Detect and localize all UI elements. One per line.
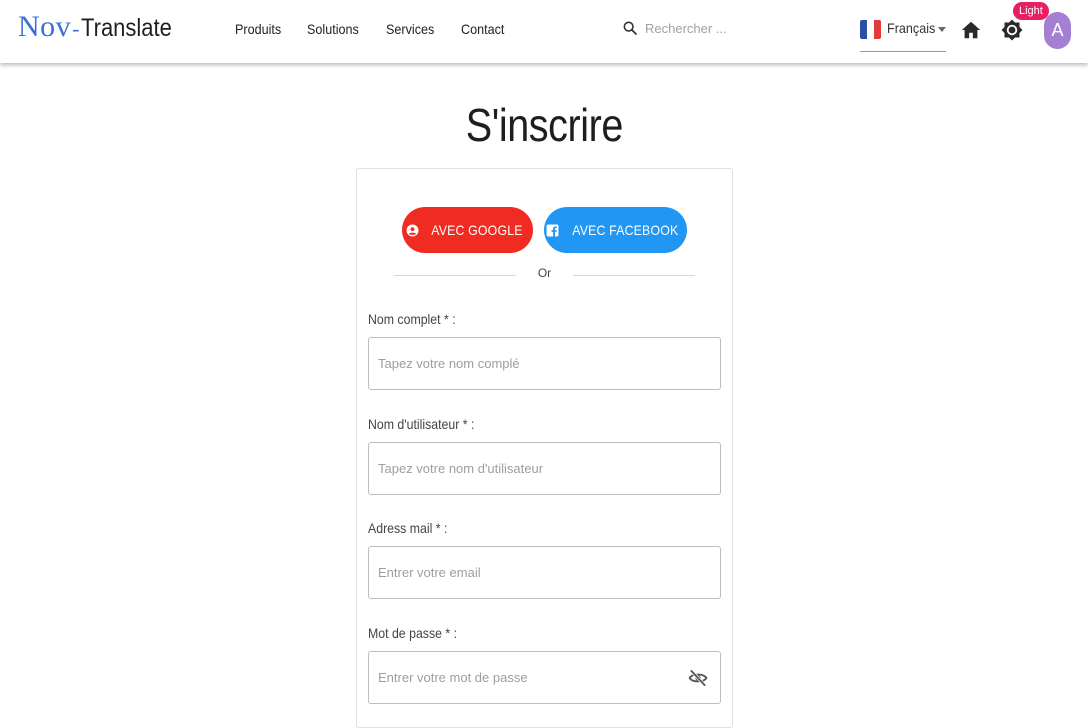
main-nav: Produits Solutions Services Contact: [235, 21, 530, 37]
logo-translate: Translate: [80, 14, 172, 42]
page-title-text: S'inscrire: [465, 99, 623, 151]
account-circle-icon: [406, 224, 419, 236]
password-label: Mot de passe * :: [368, 625, 458, 641]
password-field: [368, 651, 721, 704]
logo-dash: -: [72, 16, 80, 41]
facebook-signup-button[interactable]: AVEC FACEBOOK: [544, 207, 687, 253]
full-name-label: Nom complet * :: [368, 311, 456, 327]
email-input[interactable]: [369, 547, 720, 598]
email-label: Adress mail * :: [368, 520, 448, 536]
facebook-button-label: AVEC FACEBOOK: [571, 222, 679, 238]
flag-stripe-white: [867, 20, 875, 39]
flag-stripe-red: [874, 20, 882, 39]
google-signup-button[interactable]: AVEC GOOGLE: [402, 207, 533, 253]
caret-down-icon: [938, 27, 946, 32]
divider-or: Or: [537, 266, 552, 280]
nav-link-contact[interactable]: Contact: [461, 21, 504, 37]
search-bar: [622, 20, 765, 36]
visibility-off-icon[interactable]: [688, 668, 708, 688]
divider-right: [573, 275, 695, 276]
page-title: S'inscrire: [0, 98, 1088, 152]
logo[interactable]: Nov - Translate: [18, 10, 184, 46]
signup-card: AVEC GOOGLE AVEC FACEBOOK Or Nom complet…: [356, 168, 733, 728]
full-name-input[interactable]: [369, 338, 720, 389]
search-input[interactable]: [645, 20, 765, 36]
full-name-field: [368, 337, 721, 390]
email-field: [368, 546, 721, 599]
password-input[interactable]: [369, 652, 720, 703]
avatar[interactable]: A: [1044, 12, 1071, 49]
flag-stripe-blue: [860, 20, 868, 39]
facebook-icon: [546, 224, 559, 236]
brightness-icon[interactable]: [1000, 18, 1024, 42]
nav-link-produits[interactable]: Produits: [235, 21, 281, 37]
language-select[interactable]: Français: [860, 14, 946, 52]
france-flag-icon: [860, 20, 882, 39]
theme-mode-badge: Light: [1013, 2, 1049, 20]
logo-nov: Nov: [18, 10, 72, 43]
home-icon[interactable]: [960, 19, 982, 41]
top-navbar: Nov - Translate Produits Solutions Servi…: [0, 0, 1088, 63]
username-input[interactable]: [369, 443, 720, 494]
username-label: Nom d'utilisateur * :: [368, 416, 475, 432]
username-field: [368, 442, 721, 495]
nav-link-solutions[interactable]: Solutions: [307, 21, 359, 37]
search-icon[interactable]: [622, 20, 638, 36]
nav-link-services[interactable]: Services: [386, 21, 434, 37]
language-label: Français: [887, 20, 936, 36]
google-button-label: AVEC GOOGLE: [431, 222, 523, 238]
